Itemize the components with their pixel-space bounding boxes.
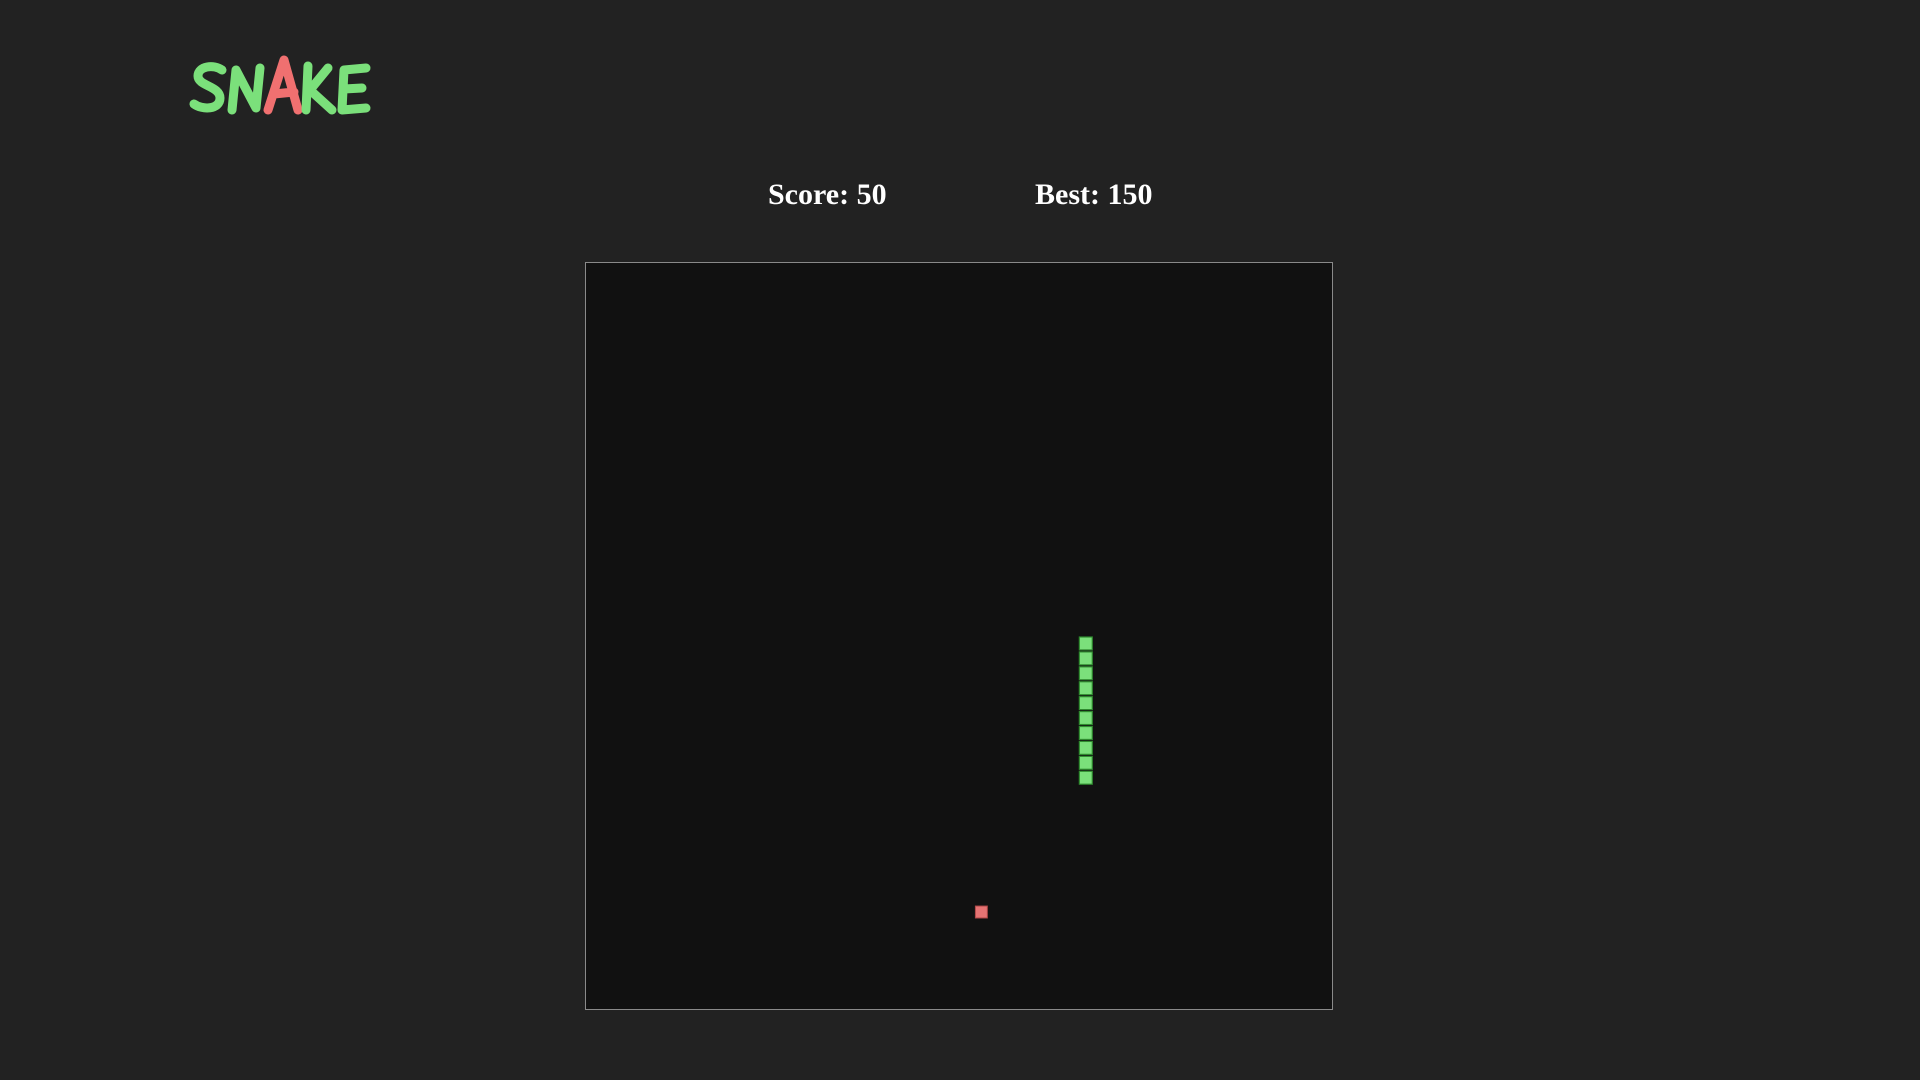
food-pellet (974, 905, 988, 919)
game-page: Score: 50 Best: 150 (0, 0, 1920, 1080)
snake-segment (1078, 651, 1093, 666)
score-display: Score: 50 (768, 178, 887, 211)
snake-segment (1078, 740, 1093, 755)
snake-segment (1078, 681, 1093, 696)
best-score-display: Best: 150 (1035, 178, 1153, 211)
snake-head (1078, 636, 1093, 651)
snake-segment (1078, 725, 1093, 741)
snake-segment (1078, 666, 1093, 681)
snake-segment (1078, 770, 1093, 785)
snake-segment (1078, 710, 1093, 726)
snake-segment (1078, 755, 1093, 770)
game-board[interactable] (585, 262, 1333, 1010)
snake-segment (1078, 696, 1093, 711)
snake-logo (188, 52, 388, 122)
